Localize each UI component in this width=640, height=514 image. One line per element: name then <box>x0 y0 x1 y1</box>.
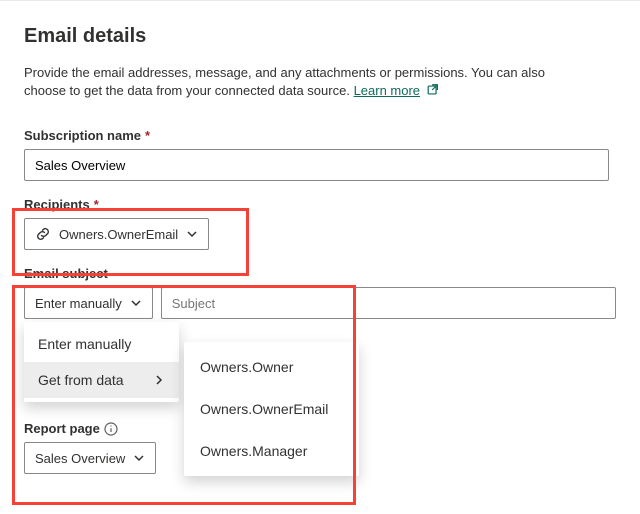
recipients-chip-value: Owners.OwnerEmail <box>59 227 178 242</box>
submenu-item-owners-owneremail[interactable]: Owners.OwnerEmail <box>184 388 359 430</box>
learn-more-link[interactable]: Learn more <box>354 83 420 98</box>
recipients-label-text: Recipients <box>24 197 90 212</box>
description-text: Provide the email addresses, message, an… <box>24 64 584 100</box>
required-mark: * <box>94 197 99 212</box>
link-icon <box>35 226 51 242</box>
dropdown-item-label: Enter manually <box>38 336 131 352</box>
page-title: Email details <box>24 25 616 48</box>
submenu-item-label: Owners.Manager <box>200 443 307 459</box>
submenu-item-owners-manager[interactable]: Owners.Manager <box>184 430 359 472</box>
recipients-label: Recipients * <box>24 197 616 212</box>
submenu-item-label: Owners.Owner <box>200 359 293 375</box>
report-page-label-text: Report page <box>24 421 100 436</box>
subscription-name-field: Subscription name * <box>24 128 616 181</box>
description-body: Provide the email addresses, message, an… <box>24 65 545 98</box>
subject-mode-value: Enter manually <box>35 296 122 311</box>
report-page-selector[interactable]: Sales Overview <box>24 442 156 474</box>
subscription-name-label-text: Subscription name <box>24 128 141 143</box>
subject-data-submenu: Owners.Owner Owners.OwnerEmail Owners.Ma… <box>184 342 359 476</box>
dropdown-item-get-from-data[interactable]: Get from data <box>24 362 179 398</box>
report-page-value: Sales Overview <box>35 451 125 466</box>
subscription-name-input[interactable] <box>24 149 609 181</box>
chevron-down-icon <box>186 228 198 240</box>
dropdown-item-label: Get from data <box>38 372 124 388</box>
email-subject-input[interactable] <box>161 287 616 319</box>
chevron-right-icon <box>153 374 165 386</box>
chevron-down-icon <box>130 297 142 309</box>
dropdown-item-enter-manually[interactable]: Enter manually <box>24 326 179 362</box>
submenu-item-owners-owner[interactable]: Owners.Owner <box>184 346 359 388</box>
subject-mode-selector[interactable]: Enter manually <box>24 287 153 319</box>
info-icon <box>104 422 118 436</box>
email-subject-field: Email subject Enter manually Enter manua… <box>24 266 616 319</box>
email-subject-label-text: Email subject <box>24 266 108 281</box>
required-mark: * <box>145 128 150 143</box>
email-subject-label: Email subject <box>24 266 616 281</box>
recipients-field: Recipients * Owners.OwnerEmail <box>24 197 616 250</box>
email-details-panel: Email details Provide the email addresse… <box>0 0 640 474</box>
subscription-name-label: Subscription name * <box>24 128 616 143</box>
chevron-down-icon <box>133 452 145 464</box>
subject-mode-dropdown: Enter manually Get from data <box>24 322 179 402</box>
recipients-chip[interactable]: Owners.OwnerEmail <box>24 218 209 250</box>
external-link-icon <box>426 83 440 97</box>
submenu-item-label: Owners.OwnerEmail <box>200 401 328 417</box>
